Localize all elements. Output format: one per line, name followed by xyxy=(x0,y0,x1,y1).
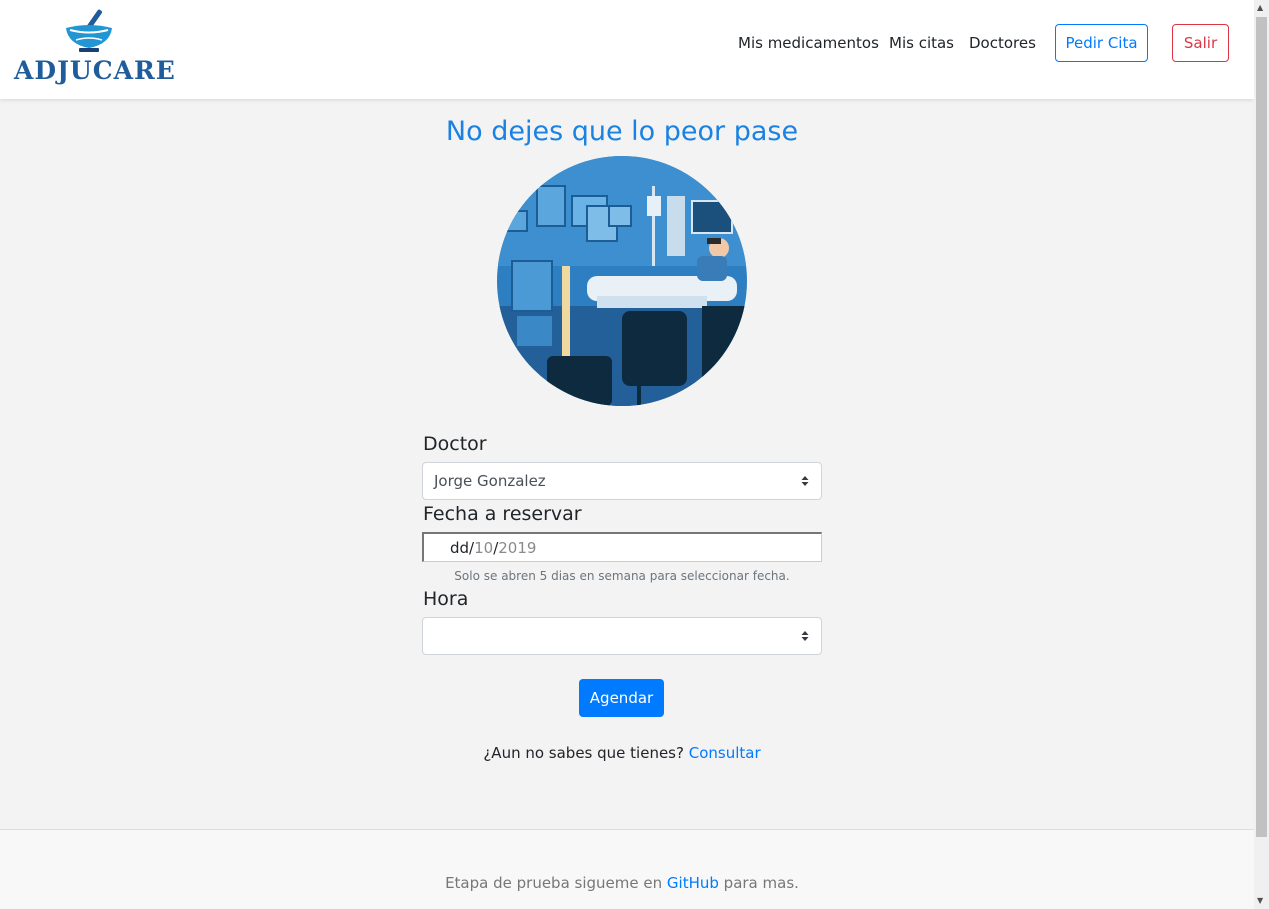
hora-select[interactable] xyxy=(422,617,822,655)
footer-text-after: para mas. xyxy=(723,874,799,892)
consult-prompt: ¿Aun no sabes que tienes? Consultar xyxy=(0,744,1244,762)
footer-text-before: Etapa de prueba sigueme en xyxy=(445,874,663,892)
select-arrows-icon xyxy=(801,631,809,641)
date-month-segment[interactable]: 10 xyxy=(474,539,493,557)
doctor-label: Doctor xyxy=(423,433,487,455)
github-link[interactable]: GitHub xyxy=(667,874,719,892)
page-title: No dejes que lo peor pase xyxy=(445,116,799,147)
consultar-link[interactable]: Consultar xyxy=(689,744,761,762)
nav-mis-medicamentos[interactable]: Mis medicamentos xyxy=(738,34,879,52)
brand-name: ADJUCARE xyxy=(14,56,176,85)
hospital-illustration xyxy=(497,156,747,406)
date-day-segment[interactable]: dd xyxy=(450,539,469,557)
top-navbar: ADJUCARE Mis medicamentos Mis citas Doct… xyxy=(0,0,1254,99)
nav-doctores[interactable]: Doctores xyxy=(969,34,1036,52)
hora-label: Hora xyxy=(423,588,469,610)
select-arrows-icon xyxy=(801,476,809,486)
scroll-up-icon[interactable]: ▲ xyxy=(1257,3,1263,12)
page-footer: Etapa de prueba sigueme en GitHub para m… xyxy=(0,829,1254,909)
consult-prompt-text: ¿Aun no sabes que tienes? xyxy=(483,744,684,762)
fecha-help-text: Solo se abren 5 dias en semana para sele… xyxy=(454,569,790,583)
scroll-thumb[interactable] xyxy=(1256,17,1267,837)
vertical-scrollbar[interactable]: ▲ ▼ xyxy=(1254,0,1269,909)
mortar-pestle-icon xyxy=(66,9,112,52)
doctor-select[interactable]: Jorge Gonzalez xyxy=(422,462,822,500)
scroll-down-icon[interactable]: ▼ xyxy=(1257,896,1263,905)
salir-button[interactable]: Salir xyxy=(1172,24,1229,62)
nav-mis-citas[interactable]: Mis citas xyxy=(889,34,954,52)
fecha-label: Fecha a reservar xyxy=(423,503,582,525)
date-year-segment[interactable]: 2019 xyxy=(498,539,536,557)
doctor-select-value: Jorge Gonzalez xyxy=(434,472,546,490)
agendar-button[interactable]: Agendar xyxy=(579,679,664,717)
fecha-date-input[interactable]: dd/10/2019 xyxy=(422,532,822,562)
brand-logo[interactable]: ADJUCARE xyxy=(14,8,175,85)
pedir-cita-button[interactable]: Pedir Cita xyxy=(1055,24,1148,62)
footer-text: Etapa de prueba sigueme en GitHub para m… xyxy=(0,874,1244,892)
